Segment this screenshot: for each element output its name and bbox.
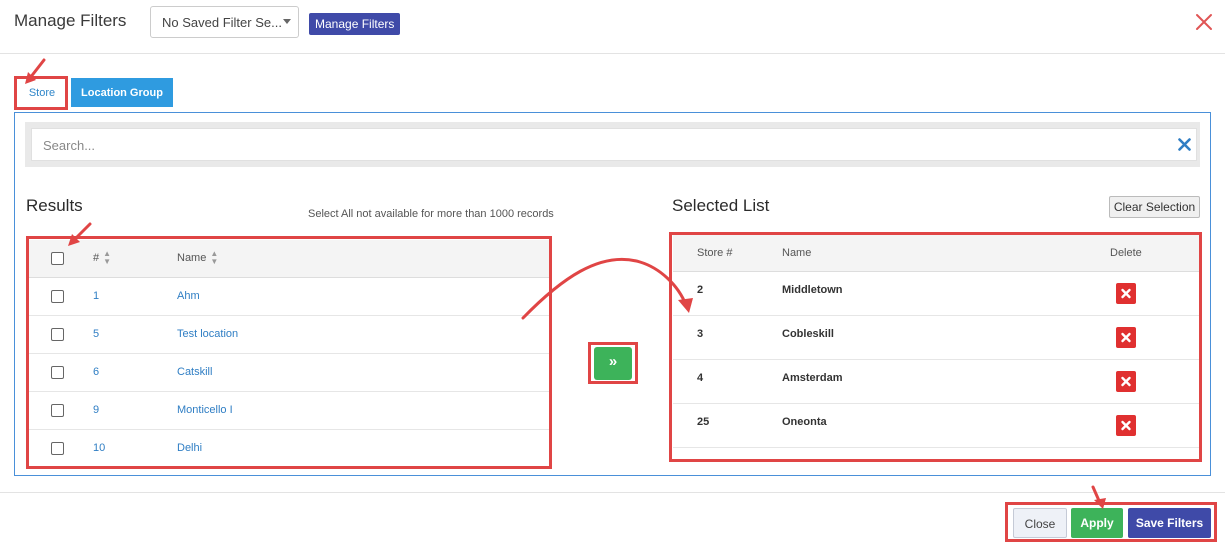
- table-row: 2 Middletown: [673, 272, 1199, 316]
- modal-header: Manage Filters No Saved Filter Se... Man…: [0, 0, 1225, 54]
- store-name: Oneonta: [782, 416, 827, 428]
- store-number: 25: [697, 416, 710, 428]
- table-row: 5 Test location: [29, 316, 549, 354]
- save-filters-button[interactable]: Save Filters: [1128, 508, 1211, 538]
- select-all-note: Select All not available for more than 1…: [308, 208, 554, 220]
- store-number: 2: [697, 284, 704, 296]
- row-checkbox[interactable]: [51, 366, 64, 379]
- modal-title: Manage Filters: [14, 11, 127, 30]
- column-number-header[interactable]: # ▲ ▼: [93, 250, 111, 266]
- tab-store[interactable]: Store: [17, 80, 67, 106]
- table-row: 4 Amsterdam: [673, 360, 1199, 404]
- table-row: 25 Oneonta: [673, 404, 1199, 448]
- clear-search-icon[interactable]: [1178, 138, 1191, 151]
- store-number-link[interactable]: 5: [93, 328, 99, 340]
- store-number-link[interactable]: 10: [93, 442, 105, 454]
- store-name-link[interactable]: Test location: [177, 328, 238, 340]
- clear-selection-button[interactable]: Clear Selection: [1109, 196, 1200, 218]
- row-checkbox[interactable]: [51, 442, 64, 455]
- store-number-link[interactable]: 6: [93, 366, 99, 378]
- store-number-link[interactable]: 1: [93, 290, 99, 302]
- move-selected-button[interactable]: »: [594, 347, 632, 380]
- tab-location-group[interactable]: Location Group: [71, 78, 173, 107]
- store-name-link[interactable]: Delhi: [177, 442, 202, 454]
- store-name: Middletown: [782, 284, 843, 296]
- column-name-header[interactable]: Name ▲ ▼: [177, 250, 218, 266]
- manage-filters-button[interactable]: Manage Filters: [309, 13, 400, 35]
- store-name-link[interactable]: Catskill: [177, 366, 212, 378]
- double-chevron-right-icon: »: [608, 353, 618, 370]
- close-icon[interactable]: [1194, 12, 1214, 32]
- delete-icon[interactable]: [1116, 371, 1136, 392]
- search-input[interactable]: Search...: [31, 128, 1197, 161]
- store-name-link[interactable]: Monticello I: [177, 404, 233, 416]
- delete-icon[interactable]: [1116, 327, 1136, 348]
- row-checkbox[interactable]: [51, 328, 64, 341]
- store-name: Cobleskill: [782, 328, 834, 340]
- results-title: Results: [26, 196, 83, 215]
- delete-icon[interactable]: [1116, 283, 1136, 304]
- row-checkbox[interactable]: [51, 404, 64, 417]
- store-number-link[interactable]: 9: [93, 404, 99, 416]
- select-all-checkbox[interactable]: [51, 252, 64, 265]
- selected-table: Store # Name Delete 2 Middletown 3 Coble…: [673, 235, 1199, 460]
- results-table: # ▲ ▼ Name ▲ ▼ 1 Ahm 5 Test location 6 Catsk…: [29, 240, 549, 466]
- close-button[interactable]: Close: [1013, 508, 1067, 538]
- store-name: Amsterdam: [782, 372, 843, 384]
- delete-icon[interactable]: [1116, 415, 1136, 436]
- table-row: 1 Ahm: [29, 278, 549, 316]
- store-number: 4: [697, 372, 704, 384]
- column-delete-header: Delete: [1110, 247, 1142, 259]
- column-name-header: Name: [782, 247, 812, 259]
- column-store-number-header: Store #: [697, 247, 733, 259]
- table-row: 9 Monticello I: [29, 392, 549, 430]
- selected-header-row: Store # Name Delete: [673, 235, 1199, 272]
- table-row: 6 Catskill: [29, 354, 549, 392]
- table-row: 3 Cobleskill: [673, 316, 1199, 360]
- table-row: 10 Delhi: [29, 430, 549, 466]
- store-number: 3: [697, 328, 704, 340]
- saved-filter-select[interactable]: No Saved Filter Se...: [150, 6, 299, 38]
- footer-divider: [0, 492, 1225, 493]
- apply-button[interactable]: Apply: [1071, 508, 1123, 538]
- saved-filter-value: No Saved Filter Se...: [162, 15, 282, 30]
- sort-icon: ▲ ▼: [103, 249, 112, 266]
- sort-icon: ▲ ▼: [210, 249, 219, 266]
- store-name-link[interactable]: Ahm: [177, 290, 200, 302]
- row-checkbox[interactable]: [51, 290, 64, 303]
- results-header-row: # ▲ ▼ Name ▲ ▼: [29, 240, 549, 278]
- selected-list-title: Selected List: [672, 196, 770, 215]
- caret-down-icon: [283, 19, 291, 24]
